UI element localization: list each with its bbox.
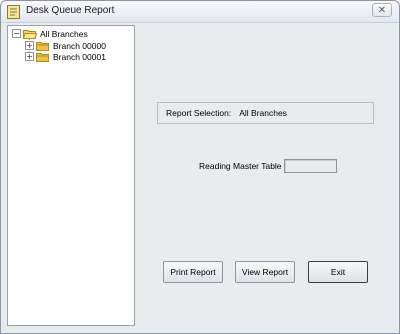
window-title: Desk Queue Report — [26, 5, 115, 16]
folder-open-icon — [23, 29, 37, 39]
expand-icon[interactable]: + — [25, 52, 34, 61]
collapse-icon[interactable]: − — [12, 29, 21, 38]
reading-master-table-field — [283, 159, 337, 173]
folder-icon — [36, 41, 49, 51]
report-selection-group: Report Selection: All Branches — [157, 102, 374, 124]
tree-item-branch[interactable]: + Branch 00000 — [25, 40, 106, 51]
tree-item-label: Branch 00001 — [53, 51, 106, 62]
print-report-button[interactable]: Print Report — [163, 261, 223, 283]
expand-icon[interactable]: + — [25, 41, 34, 50]
report-selection-label: Report Selection: — [166, 108, 232, 118]
report-panel: Report Selection: All Branches Reading M… — [137, 25, 395, 326]
close-button[interactable]: ✕ — [372, 3, 392, 17]
tree-item-branch[interactable]: + Branch 00001 — [25, 51, 106, 62]
tree-item-all-branches[interactable]: − All Branches — [12, 28, 88, 39]
title-bar[interactable]: Desk Queue Report ✕ — [1, 1, 399, 23]
tree-item-label: Branch 00000 — [53, 40, 106, 51]
report-selection-value: All Branches — [239, 108, 287, 118]
reading-master-table-row: Reading Master Table — [199, 159, 337, 173]
tree-item-label: All Branches — [40, 28, 88, 39]
reading-master-table-label: Reading Master Table — [199, 161, 282, 171]
close-icon: ✕ — [377, 4, 387, 16]
branch-tree[interactable]: − All Branches + Branch 00000 + Branch 0… — [7, 25, 135, 326]
report-icon — [7, 5, 20, 19]
app-window: Desk Queue Report ✕ − All Branches + Bra… — [0, 0, 400, 334]
folder-icon — [36, 52, 49, 62]
view-report-button[interactable]: View Report — [235, 261, 295, 283]
exit-button[interactable]: Exit — [308, 261, 368, 283]
